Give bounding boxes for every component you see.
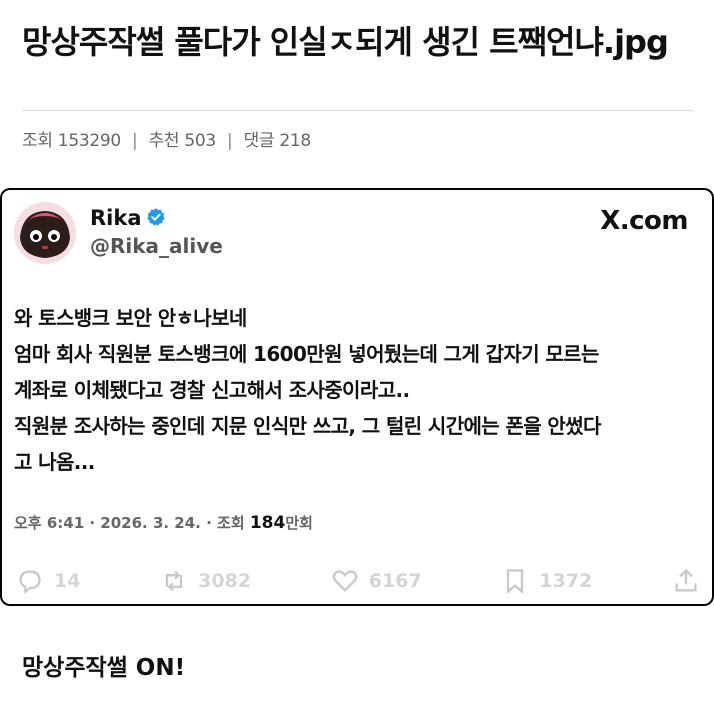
avatar-character-icon: [14, 202, 76, 264]
retweet-icon: [166, 570, 183, 592]
bookmark-button[interactable]: 1372: [501, 567, 592, 595]
tweet-text: 와 토스뱅크 보안 안ㅎ나보네 엄마 회사 직원분 토스뱅크에 1600만원 넣…: [14, 300, 704, 480]
x-brand-logo: X.com: [600, 206, 688, 236]
tweet-line: 직원분 조사하는 중인데 지문 인식만 쓰고, 그 털린 시간에는 폰을 안썼다: [14, 414, 601, 438]
tweet-views-unit: 만회: [285, 514, 313, 532]
like-count: 6167: [368, 570, 422, 592]
tweet-views: 184: [249, 513, 286, 533]
share-button[interactable]: [672, 567, 700, 595]
tweet-card: Rika @Rika_alive X.com 와 토스뱅크 보안 안ㅎ나보네 엄…: [0, 188, 714, 606]
avatar[interactable]: [14, 202, 76, 264]
like-button[interactable]: 6167: [331, 567, 422, 595]
comments-label: 댓글: [243, 131, 275, 151]
tweet-line: 계좌로 이체됐다고 경찰 신고해서 조사중이라고..: [14, 378, 410, 402]
views-count: 153290: [57, 131, 121, 151]
reply-icon: [19, 570, 41, 594]
heart-icon: [332, 570, 358, 592]
tweet-line: 엄마 회사 직원분 토스뱅크에 1600만원 넣어뒀는데 그게 갑자기 모르는: [14, 342, 599, 366]
tweet-line: 고 나옴...: [14, 450, 95, 474]
post-title: 망상주작썰 풀다가 인실ㅈ되게 생긴 트짹언냐.jpg: [22, 23, 669, 61]
tweet-inner: Rika @Rika_alive X.com 와 토스뱅크 보안 안ㅎ나보네 엄…: [6, 194, 708, 600]
tweet-line: 와 토스뱅크 보안 안ㅎ나보네: [14, 306, 247, 330]
tweet-time-prefix: 오후 6:41 · 2026. 3. 24. · 조회: [14, 514, 250, 532]
tweet-actions: 14 3082 6167 1372: [16, 566, 700, 596]
retweet-count: 3082: [198, 570, 252, 592]
bookmark-icon: [507, 569, 524, 594]
divider: [22, 110, 694, 111]
comments-count: 218: [279, 131, 311, 151]
recommend-count: 503: [184, 131, 216, 151]
recommend-label: 추천: [148, 131, 180, 151]
share-icon: [675, 568, 697, 592]
post-meta: 조회 153290 | 추천 503 | 댓글 218: [22, 126, 311, 151]
reply-button[interactable]: 14: [16, 567, 80, 595]
post-footer-text: 망상주작썰 ON!: [22, 655, 186, 681]
verified-badge-icon: [147, 208, 165, 226]
reply-count: 14: [54, 570, 81, 592]
meta-separator: |: [227, 131, 233, 151]
author-handle[interactable]: @Rika_alive: [90, 234, 223, 258]
retweet-button[interactable]: 3082: [160, 567, 251, 595]
author-name[interactable]: Rika: [90, 206, 142, 230]
meta-separator: |: [132, 131, 138, 151]
tweet-timestamp: 오후 6:41 · 2026. 3. 24. · 조회 184만회: [14, 512, 313, 533]
views-label: 조회: [22, 131, 53, 151]
bookmark-count: 1372: [539, 570, 593, 592]
